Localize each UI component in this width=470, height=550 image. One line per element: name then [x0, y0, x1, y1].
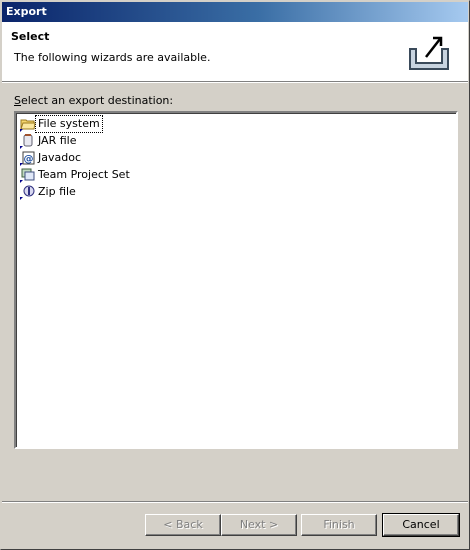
- list-item-label: Team Project Set: [38, 168, 130, 181]
- page-description: The following wizards are available.: [14, 51, 211, 64]
- list-item-label: Javadoc: [38, 151, 81, 164]
- page-title: Select: [11, 30, 50, 43]
- list-item-team-project-set[interactable]: Team Project Set: [20, 167, 132, 183]
- header-separator: [2, 81, 468, 83]
- list-item-label: JAR file: [38, 134, 77, 147]
- list-item-label: Zip file: [38, 185, 76, 198]
- folder-icon: [20, 116, 36, 132]
- list-item-jar-file[interactable]: JAR file: [20, 133, 78, 149]
- window-title: Export: [2, 2, 468, 22]
- list-item-zip-file[interactable]: Zip file: [20, 184, 78, 200]
- list-label: Select an export destination:: [14, 94, 174, 107]
- export-dialog: Export Select The following wizards are …: [0, 0, 470, 550]
- list-item-file-system[interactable]: File system: [20, 115, 103, 133]
- wizard-header: Select The following wizards are availab…: [2, 22, 468, 81]
- destination-list[interactable]: File system JAR file @ Javadoc Team Proj…: [14, 111, 458, 449]
- team-project-icon: [20, 167, 36, 183]
- back-button[interactable]: < Back: [145, 514, 221, 536]
- export-wizard-icon: [406, 35, 450, 71]
- jar-icon: [20, 133, 36, 149]
- list-item-label: File system: [35, 115, 103, 133]
- cancel-button[interactable]: Cancel: [382, 513, 460, 537]
- list-item-javadoc[interactable]: @ Javadoc: [20, 150, 83, 166]
- javadoc-icon: @: [20, 150, 36, 166]
- svg-text:@: @: [24, 154, 34, 165]
- next-button[interactable]: Next >: [221, 514, 297, 536]
- button-bar-separator: [2, 501, 468, 503]
- finish-button[interactable]: Finish: [301, 514, 377, 536]
- zip-icon: [20, 184, 36, 200]
